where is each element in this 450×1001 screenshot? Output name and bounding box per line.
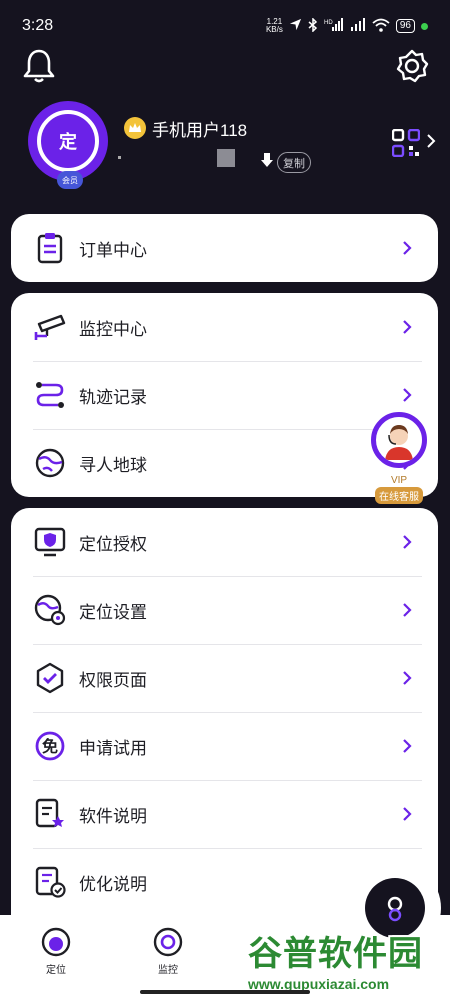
monitor-camera-icon	[153, 927, 183, 957]
order-card: 订单中心	[11, 214, 438, 282]
menu-item-auth[interactable]: 定位授权	[11, 508, 438, 576]
menu-item-trial[interactable]: 免 申请试用	[11, 712, 438, 780]
globe-icon	[33, 446, 67, 480]
chevron-right-icon	[402, 535, 416, 549]
globe-gear-icon	[33, 593, 67, 627]
download-arrow-icon	[260, 152, 274, 171]
wifi-icon	[372, 18, 390, 35]
bell-icon[interactable]	[22, 48, 56, 89]
hexagon-check-icon	[33, 661, 67, 695]
chevron-right-icon	[402, 603, 416, 617]
menu-item-label: 监控中心	[79, 319, 147, 339]
chevron-right-icon	[402, 388, 416, 402]
menu-item-label: 申请试用	[79, 738, 147, 758]
menu-item-location-settings[interactable]: 定位设置	[11, 576, 438, 644]
net-speed: 1.21 KB/s	[265, 17, 283, 34]
settings-card: 定位授权 定位设置 权限页面 免 申请试用 软件说明 优化说明	[11, 508, 438, 928]
tab-monitor[interactable]: 监控	[138, 927, 198, 976]
status-icons: 1.21 KB/s HD 96	[265, 16, 428, 35]
signal-icon: HD	[324, 18, 344, 34]
avatar[interactable]: 定	[28, 101, 108, 181]
menu-item-label: 轨迹记录	[79, 387, 147, 407]
home-indicator[interactable]	[140, 990, 310, 994]
menu-item-label: 权限页面	[79, 670, 147, 690]
tab-locate[interactable]: 定位	[26, 927, 86, 976]
crown-icon	[124, 117, 146, 139]
chevron-right-icon	[402, 320, 416, 334]
chevron-right-icon	[402, 671, 416, 685]
battery-indicator: 96	[395, 19, 415, 33]
avatar-text: 定	[37, 110, 99, 172]
vip-service-label: 在线客服	[375, 487, 423, 504]
menu-item-label: 订单中心	[79, 240, 147, 260]
free-badge-icon: 免	[33, 729, 67, 763]
svg-text:免: 免	[42, 737, 58, 756]
tab-locate-label: 定位	[46, 965, 66, 976]
vip-label: VIP	[390, 475, 408, 486]
status-bar: 3:28 1.21 KB/s HD 96	[0, 0, 450, 52]
menu-item-permissions[interactable]: 权限页面	[11, 644, 438, 712]
signal-icon-2	[350, 18, 366, 34]
menu-item-label: 软件说明	[79, 806, 147, 826]
menu-item-label: 定位设置	[79, 602, 147, 622]
clipboard-icon	[33, 231, 67, 265]
chevron-right-icon[interactable]	[426, 133, 436, 154]
menu-item-label: 定位授权	[79, 534, 147, 554]
watermark-title: 谷普软件园	[248, 935, 423, 973]
svg-text:HD: HD	[324, 20, 333, 26]
redacted-block	[217, 149, 235, 167]
privacy-dot	[421, 22, 428, 30]
location-arrow-icon	[289, 18, 302, 34]
menu-item-software-info[interactable]: 软件说明	[11, 780, 438, 848]
locate-icon	[41, 927, 71, 957]
settings-gear-icon[interactable]	[394, 48, 430, 89]
customer-service-avatar-icon	[371, 412, 427, 468]
menu-item-label: 寻人地球	[79, 455, 147, 475]
chevron-right-icon	[402, 807, 416, 821]
tab-monitor-label: 监控	[158, 965, 178, 976]
vip-service-button[interactable]: VIP 在线客服	[370, 412, 428, 505]
menu-item-orders[interactable]: 订单中心	[11, 214, 438, 282]
member-badge: 会员	[57, 171, 83, 189]
chevron-right-icon	[402, 241, 416, 255]
qr-code-icon[interactable]	[391, 128, 421, 162]
document-star-icon	[33, 797, 67, 831]
username: 手机用户118	[152, 121, 248, 140]
shield-monitor-icon	[33, 525, 67, 559]
menu-item-monitor[interactable]: 监控中心	[11, 293, 438, 361]
document-check-icon	[33, 865, 67, 899]
route-icon	[33, 378, 67, 412]
status-time: 3:28	[22, 17, 54, 34]
bluetooth-icon	[308, 16, 318, 35]
chevron-right-icon	[402, 739, 416, 753]
user-id-dot	[118, 156, 121, 159]
camera-icon	[33, 310, 67, 344]
copy-button[interactable]: 复制	[277, 152, 311, 173]
